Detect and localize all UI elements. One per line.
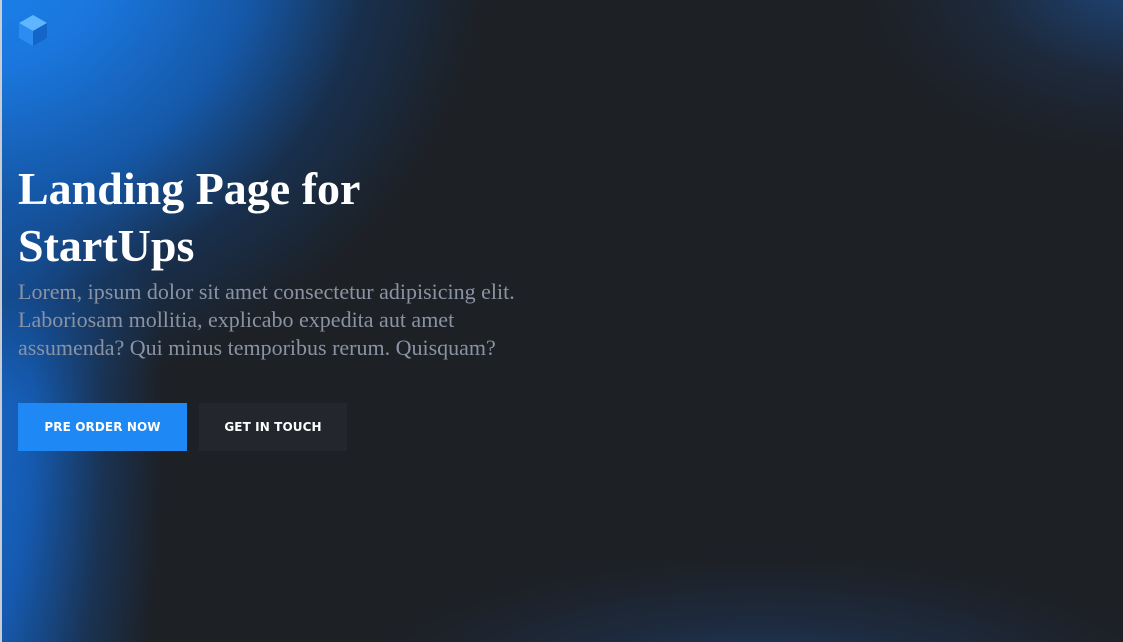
- get-in-touch-button[interactable]: GET IN TOUCH: [199, 403, 347, 451]
- hero-section: Landing Page for StartUps Lorem, ipsum d…: [18, 160, 538, 362]
- hero-description: Lorem, ipsum dolor sit amet consectetur …: [18, 279, 515, 360]
- cube-icon[interactable]: [18, 14, 48, 47]
- hero-title: Landing Page for StartUps: [18, 163, 360, 271]
- pre-order-button[interactable]: PRE ORDER NOW: [18, 403, 187, 451]
- landing-page: Landing Page for StartUps Lorem, ipsum d…: [0, 0, 1123, 642]
- hero-actions: PRE ORDER NOW GET IN TOUCH: [18, 403, 347, 451]
- logo-cube-svg: [19, 15, 47, 46]
